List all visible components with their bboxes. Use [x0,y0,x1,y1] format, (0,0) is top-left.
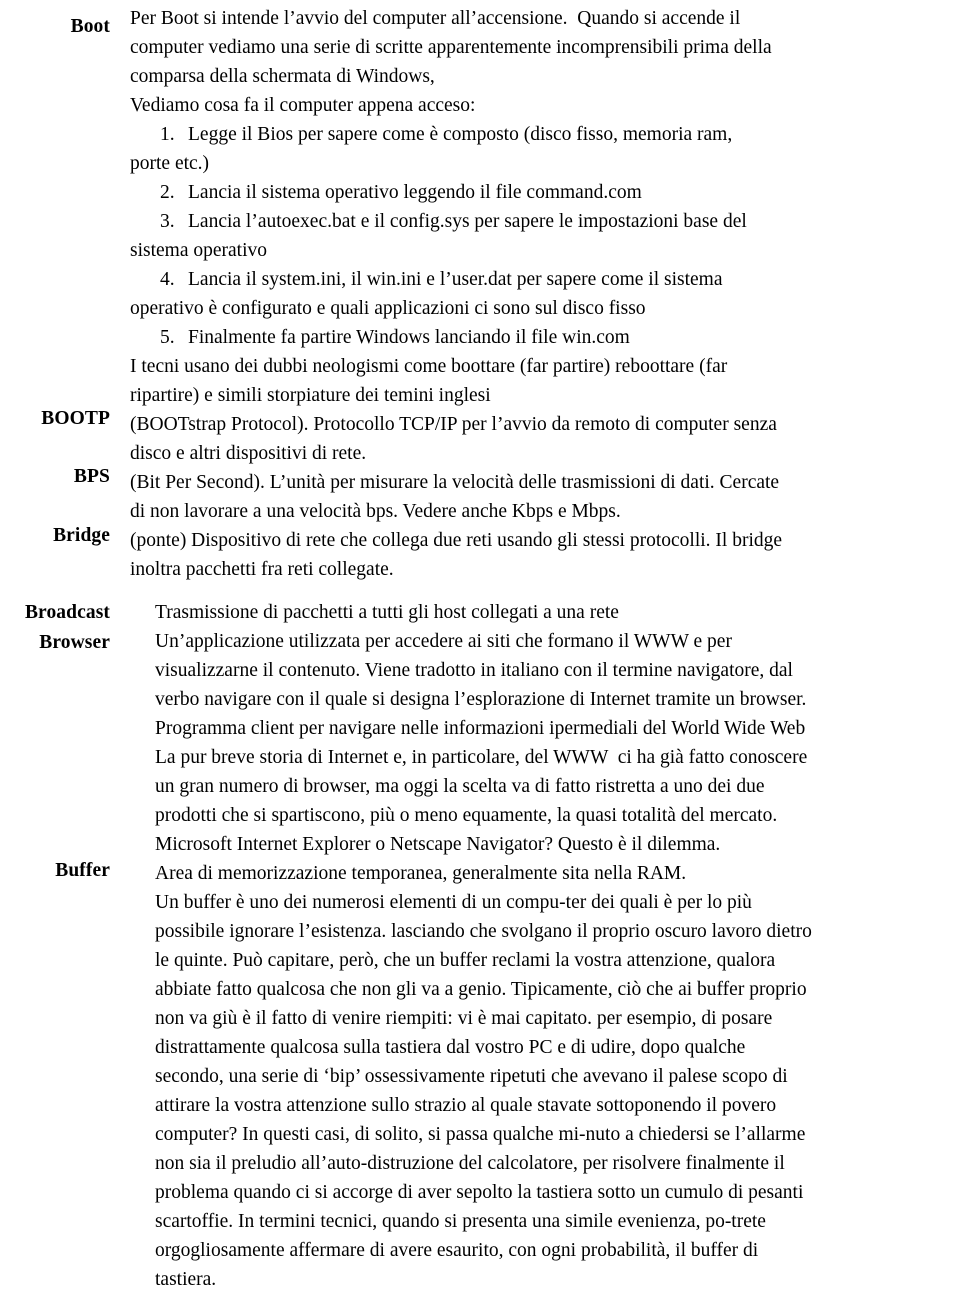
numbered-item: 2. Lancia il sistema operativo leggendo i… [130,178,958,207]
text-line: porte etc.) [130,153,210,174]
text-line: non va giù è il fatto di venire riempiti… [155,1008,773,1029]
text-line: tastiera. [155,1269,217,1290]
definition-body-two: Trasmissione di pacchetti a tutti gli ho… [155,598,960,1294]
text-line: operativo è configurato e quali applicaz… [130,298,646,319]
text-line: computer vediamo una serie di scritte ap… [130,37,772,58]
text-line: Un’applicazione utilizzata per accedere … [155,631,732,652]
text-line: I tecni usano dei dubbi neologismi come … [130,356,728,377]
glossary-section-one: Boot BOOTP BPS Bridge Per Boot si intend… [0,4,960,584]
term-label: Bridge [53,525,110,546]
text-line: Area di memorizzazione temporanea, gener… [155,863,687,884]
term-label: Browser [39,632,110,653]
text-line: inoltra pacchetti fra reti collegate. [130,559,394,580]
text-line: disco e altri dispositivi di rete. [130,443,367,464]
numbered-item: 4. Lancia il system.ini, il win.ini e l’u… [130,265,958,294]
list-number: 1. [160,124,175,145]
document-page: Boot BOOTP BPS Bridge Per Boot si intend… [0,0,960,1290]
term-buffer: Buffer [0,856,110,885]
text-line: visualizzarne il contenuto. Viene tradot… [155,660,793,681]
numbered-item: 1. Legge il Bios per sapere come è compos… [130,120,958,149]
numbered-item: 5. Finalmente fa partire Windows lanciand… [130,323,958,352]
term-browser: Browser [0,628,110,657]
list-text: Lancia l’autoexec.bat e il config.sys pe… [188,211,747,232]
term-boot: Boot [0,12,110,41]
list-number: 5. [160,327,175,348]
text-line: attirare la vostra attenzione sullo stra… [155,1095,777,1116]
text-line: distrattamente qualcosa sulla tastiera d… [155,1037,746,1058]
text-line: computer? In questi casi, di solito, si … [155,1124,806,1145]
term-label: BOOTP [41,408,110,429]
list-text: Legge il Bios per sapere come è composto… [188,124,733,145]
text-line: abbiate fatto qualcosa che non gli va a … [155,979,807,1000]
list-number: 2. [160,182,175,203]
term-label: Boot [70,16,110,37]
list-text: Finalmente fa partire Windows lanciando … [188,327,630,348]
text-line: comparsa della schermata di Windows, [130,66,435,87]
text-line: Un buffer è uno dei numerosi elementi di… [155,892,752,913]
term-label: Buffer [55,860,110,881]
glossary-section-two: Broadcast Browser Buffer Trasmissione di… [0,598,960,1294]
text-line: sistema operativo [130,240,268,261]
text-line: La pur breve storia di Internet e, in pa… [155,747,808,768]
numbered-item: 3. Lancia l’autoexec.bat e il config.sys … [130,207,958,236]
list-text: Lancia il sistema operativo leggendo il … [188,182,642,203]
definition-body-one: Per Boot si intende l’avvio del computer… [130,4,958,584]
text-line: orgogliosamente affermare di avere esaur… [155,1240,759,1261]
text-line: ripartire) e simili storpiature dei temi… [130,385,491,406]
term-label: Broadcast [24,602,110,623]
text-line: secondo, una serie di ‘bip’ ossessivamen… [155,1066,788,1087]
list-text: Lancia il system.ini, il win.ini e l’use… [188,269,723,290]
text-line: un gran numero di browser, ma oggi la sc… [155,776,765,797]
text-line: (Bit Per Second). L’unità per misurare l… [130,472,780,493]
text-line: Trasmissione di pacchetti a tutti gli ho… [155,602,619,623]
text-line: (BOOTstrap Protocol). Protocollo TCP/IP … [130,414,777,435]
text-line: verbo navigare con il quale si designa l… [155,689,807,710]
text-line: problema quando ci si accorge di aver se… [155,1182,804,1203]
list-number: 3. [160,211,175,232]
text-line: non sia il preludio all’auto-distruzione… [155,1153,785,1174]
text-line: (ponte) Dispositivo di rete che collega … [130,530,783,551]
text-line: possibile ignorare l’esistenza. lasciand… [155,921,812,942]
list-number: 4. [160,269,175,290]
term-broadcast: Broadcast [0,598,110,627]
text-line: di non lavorare a una velocità bps. Vede… [130,501,621,522]
text-line: le quinte. Può capitare, però, che un bu… [155,950,776,971]
term-bridge: Bridge [0,521,110,550]
text-line: Vediamo cosa fa il computer appena acces… [130,95,476,116]
term-bps: BPS [0,462,110,491]
term-bootp: BOOTP [0,404,110,433]
text-line: prodotti che si spartiscono, più o meno … [155,805,778,826]
text-line: Per Boot si intende l’avvio del computer… [130,8,741,29]
text-line: Programma client per navigare nelle info… [155,718,806,739]
text-line: Microsoft Internet Explorer o Netscape N… [155,834,721,855]
text-line: scartoffie. In termini tecnici, quando s… [155,1211,766,1232]
term-label: BPS [73,466,110,487]
